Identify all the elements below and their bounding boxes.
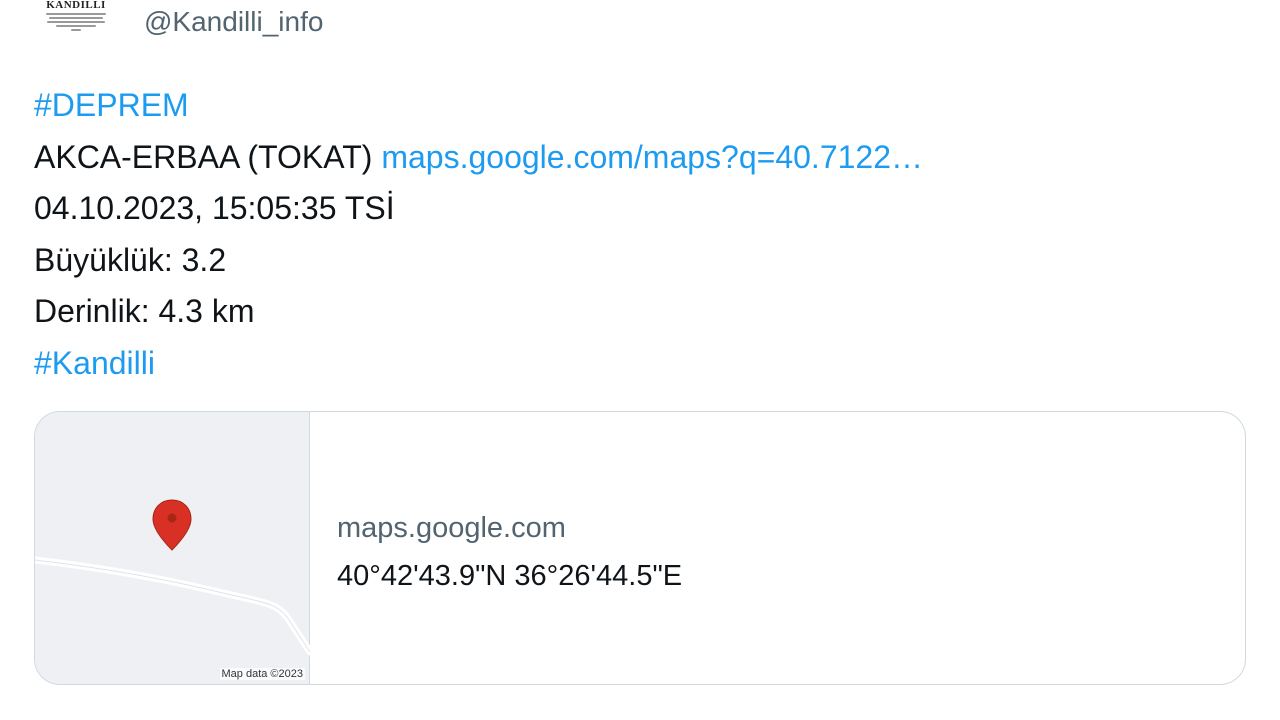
link-preview-card[interactable]: Map data ©2023 maps.google.com 40°42'43.… [34,411,1246,685]
user-handle[interactable]: @Kandilli_info [144,6,323,38]
avatar-logo-text: KANDILLI [46,0,106,11]
map-graphic [35,499,310,656]
tweet-header: KANDILLI @Kandilli_info [34,0,1234,48]
card-info: maps.google.com 40°42'43.9"N 36°26'44.5"… [337,508,682,604]
magnitude-text: Büyüklük: 3.2 [34,241,227,278]
tweet-text: #DEPREM AKCA-ERBAA (TOKAT) maps.google.c… [34,80,923,389]
avatar-logo-lines [46,13,106,31]
hashtag-kandilli[interactable]: #Kandilli [34,345,155,381]
map-pin-icon [152,499,192,551]
map-thumbnail[interactable]: Map data ©2023 [35,412,310,684]
location-text: AKCA-ERBAA (TOKAT) [34,138,373,175]
hashtag-deprem[interactable]: #DEPREM [34,87,189,123]
map-credit: Map data ©2023 [219,668,305,680]
map-link[interactable]: maps.google.com/maps?q=40.7122… [381,139,923,175]
card-title: 40°42'43.9"N 36°26'44.5"E [337,560,683,592]
card-domain: maps.google.com [337,512,566,544]
datetime-text: 04.10.2023, 15:05:35 TSİ [34,190,395,226]
avatar[interactable]: KANDILLI [36,0,116,44]
depth-text: Derinlik: 4.3 km [34,293,255,329]
